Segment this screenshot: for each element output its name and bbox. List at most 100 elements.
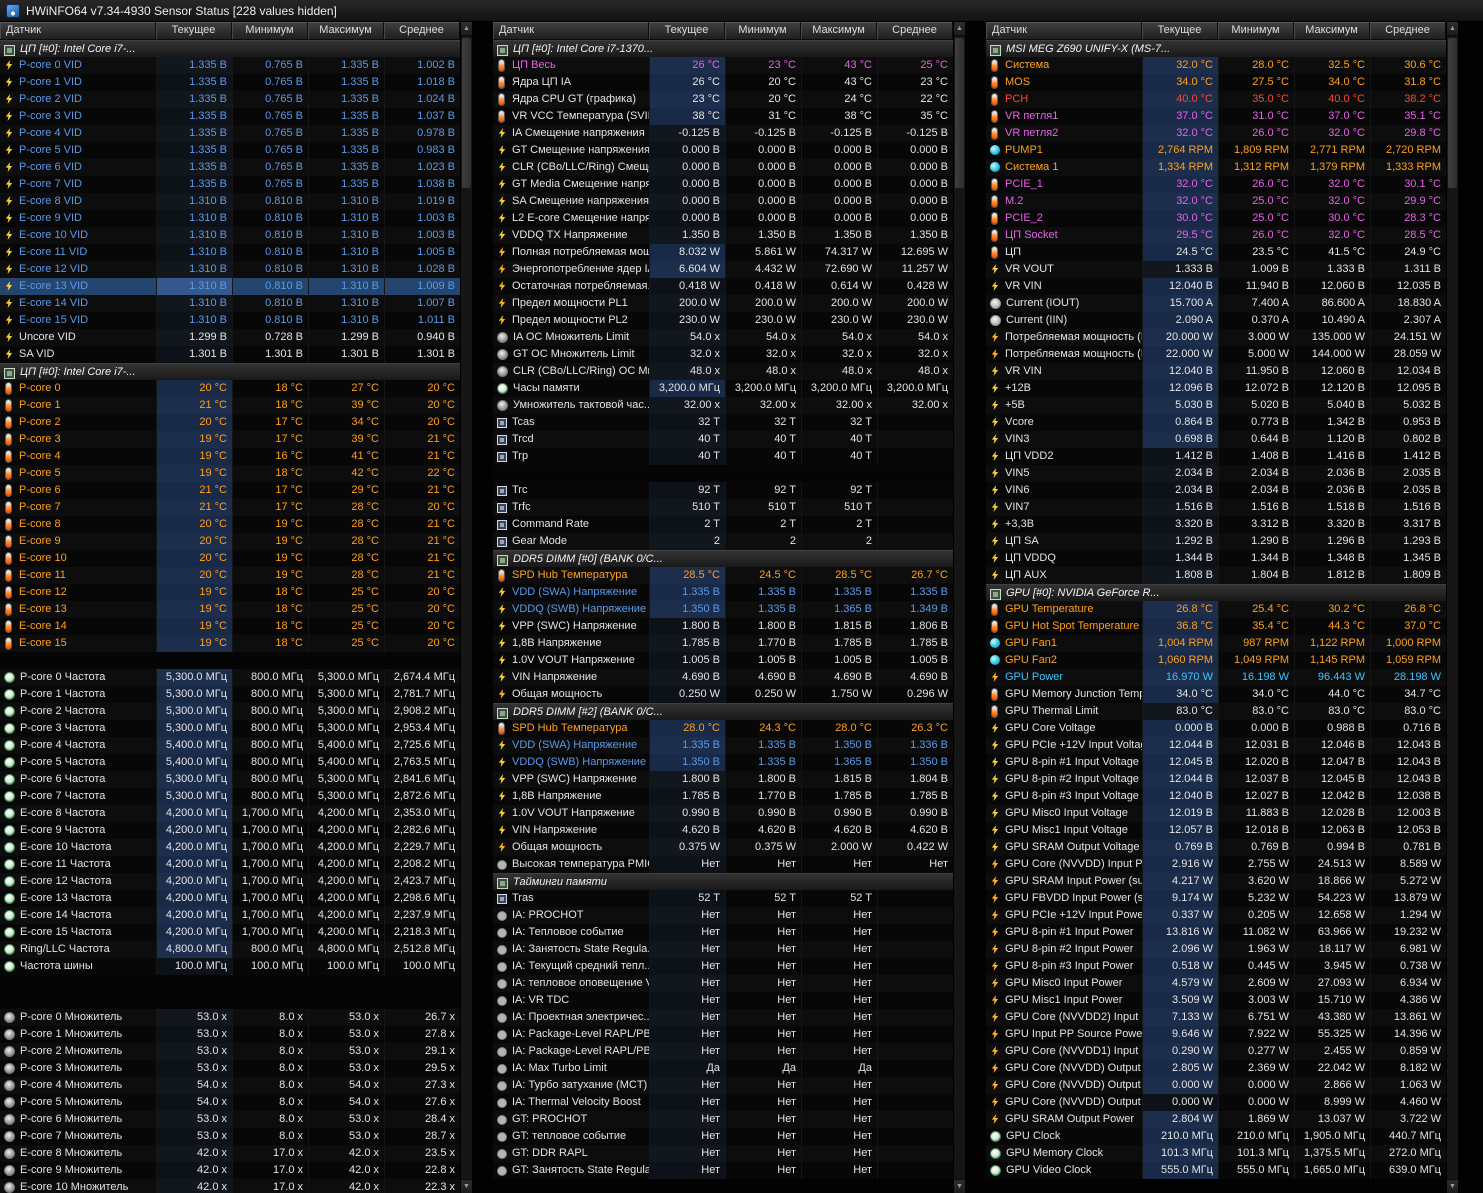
sensor-row[interactable]: Trp 40 T 40 T 40 T bbox=[493, 448, 953, 465]
sensor-row[interactable]: VDDQ (SWB) Напряжение 1.350 B 1.335 B 1.365… bbox=[493, 601, 953, 618]
sensor-row[interactable]: P-core 1 21 °C 18 °C 39 °C 20 °C bbox=[0, 397, 460, 414]
sensor-row[interactable]: Энергопотребление ядер IA 6.604 W 4.432 W7… bbox=[493, 261, 953, 278]
column-header-sensor[interactable]: Датчик bbox=[986, 22, 1142, 40]
sensor-row[interactable]: P-core 5 Частота 5,400.0 МГц 800.0 МГц 5,40… bbox=[0, 754, 460, 771]
sensor-row[interactable]: GPU Fan1 1,004 RPM 987 RPM 1,122 RPM 1,000 R… bbox=[986, 635, 1446, 652]
sensor-row[interactable]: E-core 9 VID 1.310 B 0.810 B 1.310 B 1.003 B bbox=[0, 210, 460, 227]
sensor-row[interactable]: E-core 14 19 °C 18 °C 25 °C 20 °C bbox=[0, 618, 460, 635]
sensor-row[interactable]: P-core 0 20 °C 18 °C 27 °C 20 °C bbox=[0, 380, 460, 397]
sensor-row[interactable]: GPU 8-pin #1 Input Power 13.816 W 11.082 W… bbox=[986, 924, 1446, 941]
section-header-row[interactable]: MSI MEG Z690 UNIFY-X (MS-7... bbox=[986, 40, 1446, 57]
sensor-row[interactable]: E-core 8 Частота 4,200.0 МГц 1,700.0 МГц 4,… bbox=[0, 805, 460, 822]
sensor-row[interactable]: IA: Текущий средний тепл... Нет Нет Нет bbox=[493, 958, 953, 975]
sensor-row[interactable]: GPU Temperature 26.8 °C 25.4 °C 30.2 °C 26.8… bbox=[986, 601, 1446, 618]
column-header-sensor[interactable]: Датчик bbox=[493, 22, 649, 40]
sensor-row[interactable]: IA: VR TDC Нет Нет Нет bbox=[493, 992, 953, 1009]
sensor-row[interactable]: Общая мощность 0.375 W 0.375 W 2.000 W 0.422… bbox=[493, 839, 953, 856]
sensor-row[interactable]: ЦП VDD2 1.412 B 1.408 B 1.416 B 1.412 B bbox=[986, 448, 1446, 465]
sensor-row[interactable]: P-core 4 Множитель 54.0 x 8.0 x 54.0 x 27.3 … bbox=[0, 1077, 460, 1094]
column-header-minimum[interactable]: Минимум bbox=[1218, 22, 1294, 40]
sensor-row[interactable]: P-core 6 VID 1.335 B 0.765 B 1.335 B 1.023 B bbox=[0, 159, 460, 176]
sensor-row[interactable]: VDDQ (SWB) Напряжение 1.350 B 1.335 B 1.365… bbox=[493, 754, 953, 771]
sensor-row[interactable]: SA VID 1.301 B 1.301 B 1.301 B 1.301 B bbox=[0, 346, 460, 363]
sensor-row[interactable]: ЦП SA 1.292 B 1.290 B 1.296 B 1.293 B bbox=[986, 533, 1446, 550]
sensor-row[interactable]: E-core 8 Множитель 42.0 x 17.0 x 42.0 x 23.5… bbox=[0, 1145, 460, 1162]
column-header-sensor[interactable]: Датчик bbox=[0, 22, 156, 40]
sensor-row[interactable]: E-core 10 Частота 4,200.0 МГц 1,700.0 МГц 4… bbox=[0, 839, 460, 856]
sensor-row[interactable]: Остаточная потребляемая... 0.418 W 0.418 W… bbox=[493, 278, 953, 295]
column-header-maximum[interactable]: Максимум bbox=[801, 22, 877, 40]
sensor-row[interactable]: E-core 8 VID 1.310 B 0.810 B 1.310 B 1.019 B bbox=[0, 193, 460, 210]
sensor-row[interactable]: P-core 1 VID 1.335 B 0.765 B 1.335 B 1.018 B bbox=[0, 74, 460, 91]
sensor-row[interactable]: E-core 14 Частота 4,200.0 МГц 1,700.0 МГц 4… bbox=[0, 907, 460, 924]
sensor-row[interactable]: GT: PROCHOT Нет Нет Нет bbox=[493, 1111, 953, 1128]
sensor-row[interactable]: IA: PROCHOT Нет Нет Нет bbox=[493, 907, 953, 924]
sensor-row[interactable]: P-core 3 19 °C 17 °C 39 °C 21 °C bbox=[0, 431, 460, 448]
sensor-row[interactable]: SA Смещение напряжения 0.000 B 0.000 B 0.00… bbox=[493, 193, 953, 210]
sensor-row[interactable]: GPU Misc1 Input Voltage 12.057 B 12.018 B1… bbox=[986, 822, 1446, 839]
column-header-maximum[interactable]: Максимум bbox=[1294, 22, 1370, 40]
sensor-row[interactable]: L2 E-core Смещение напря... 0.000 B 0.000 … bbox=[493, 210, 953, 227]
column-header-current[interactable]: Текущее bbox=[1142, 22, 1218, 40]
sensor-row[interactable]: GPU Core (NVVDD2) Input Po...7.133 W6.75… bbox=[986, 1009, 1446, 1026]
sensor-row[interactable]: GPU FBVDD Input Power (sum)9.174 W5.232 … bbox=[986, 890, 1446, 907]
sensor-row[interactable]: E-core 11 Частота 4,200.0 МГц 1,700.0 МГц 4… bbox=[0, 856, 460, 873]
sensor-row[interactable]: GPU Core (NVVDD) Input Pow...2.916 W2.75… bbox=[986, 856, 1446, 873]
sensor-row[interactable]: Общая мощность 0.250 W 0.250 W 1.750 W 0.296… bbox=[493, 686, 953, 703]
sensor-row[interactable]: GT OC Множитель Limit 32.0 x 32.0 x 32.0 x3… bbox=[493, 346, 953, 363]
sensor-row[interactable]: IA OC Множитель Limit 54.0 x 54.0 x 54.0 x5… bbox=[493, 329, 953, 346]
sensor-row[interactable]: GT Смещение напряжения 0.000 B 0.000 B 0.00… bbox=[493, 142, 953, 159]
sensor-row[interactable]: GPU Thermal Limit 83.0 °C 83.0 °C 83.0 °C 83… bbox=[986, 703, 1446, 720]
sensor-row[interactable]: Система 1 1,334 RPM 1,312 RPM 1,379 RPM 1,33… bbox=[986, 159, 1446, 176]
column-header-current[interactable]: Текущее bbox=[156, 22, 232, 40]
sensor-row[interactable]: VDDQ TX Напряжение 1.350 B 1.350 B 1.350 B1… bbox=[493, 227, 953, 244]
sensor-row[interactable]: ЦП VDDQ 1.344 B 1.344 B 1.348 B 1.345 B bbox=[986, 550, 1446, 567]
scrollbar-down-button[interactable]: ▼ bbox=[954, 1179, 965, 1193]
sensor-row[interactable]: P-core 7 VID 1.335 B 0.765 B 1.335 B 1.038 B bbox=[0, 176, 460, 193]
column-header-current[interactable]: Текущее bbox=[649, 22, 725, 40]
sensor-row[interactable]: GPU Memory Clock 101.3 МГц 101.3 МГц 1,375.… bbox=[986, 1145, 1446, 1162]
sensor-row[interactable]: IA: Package-Level RAPL/PB... Нет Нет Нет bbox=[493, 1026, 953, 1043]
sensor-row[interactable]: PUMP1 2,764 RPM 1,809 RPM 2,771 RPM 2,720 RP… bbox=[986, 142, 1446, 159]
scrollbar-thumb[interactable] bbox=[462, 38, 471, 188]
sensor-row[interactable]: Частота шины 100.0 МГц 100.0 МГц 100.0 МГц 1… bbox=[0, 958, 460, 975]
sensor-row[interactable]: VIN7 1.516 B 1.516 B 1.518 B 1.516 B bbox=[986, 499, 1446, 516]
sensor-row[interactable]: ЦП AUX 1.808 B 1.804 B 1.812 B 1.809 B bbox=[986, 567, 1446, 584]
sensor-row[interactable]: P-core 2 Множитель 53.0 x 8.0 x 53.0 x 29.1 … bbox=[0, 1043, 460, 1060]
sensor-row[interactable]: P-core 1 Множитель 53.0 x 8.0 x 53.0 x 27.8 … bbox=[0, 1026, 460, 1043]
scrollbar[interactable]: ▲ ▼ bbox=[460, 22, 472, 1193]
sensor-row[interactable]: GT: Занятость State Regula... Нет Нет Нет bbox=[493, 1162, 953, 1179]
sensor-row[interactable]: IA Смещение напряжения -0.125 B -0.125 B -0… bbox=[493, 125, 953, 142]
sensor-row[interactable]: GPU Misc0 Input Voltage 12.019 B 11.883 B1… bbox=[986, 805, 1446, 822]
sensor-row[interactable]: GPU 8-pin #1 Input Voltage 12.045 B 12.020… bbox=[986, 754, 1446, 771]
sensor-row[interactable]: 1.0V VOUT Напряжение 1.005 B 1.005 B 1.005 … bbox=[493, 652, 953, 669]
sensor-row[interactable]: Current (IOUT) 15.700 A 7.400 A 86.600 A 18.… bbox=[986, 295, 1446, 312]
sensor-row[interactable]: GPU Clock 210.0 МГц 210.0 МГц 1,905.0 МГц 44… bbox=[986, 1128, 1446, 1145]
sensor-row[interactable]: GT: DDR RAPL Нет Нет Нет bbox=[493, 1145, 953, 1162]
sensor-row[interactable]: GPU SRAM Output Power 2.804 W 1.869 W 13.03… bbox=[986, 1111, 1446, 1128]
sensor-row[interactable]: +12B 12.096 B 12.072 B 12.120 B 12.095 B bbox=[986, 380, 1446, 397]
sensor-row[interactable]: IA: Тепловое событие Нет Нет Нет bbox=[493, 924, 953, 941]
sensor-row[interactable]: MOS 34.0 °C 27.5 °C 34.0 °C 31.8 °C bbox=[986, 74, 1446, 91]
sensor-row[interactable]: E-core 13 Частота 4,200.0 МГц 1,700.0 МГц 4… bbox=[0, 890, 460, 907]
sensor-row[interactable]: M.2 32.0 °C 25.0 °C 32.0 °C 29.9 °C bbox=[986, 193, 1446, 210]
sensor-row[interactable]: IA: Max Turbo Limit Да Да Да bbox=[493, 1060, 953, 1077]
sensor-row[interactable]: P-core 3 Множитель 53.0 x 8.0 x 53.0 x 29.5 … bbox=[0, 1060, 460, 1077]
sensor-row[interactable]: E-core 11 20 °C 19 °C 28 °C 21 °C bbox=[0, 567, 460, 584]
sensor-row[interactable]: Ring/LLC Частота 4,800.0 МГц 800.0 МГц 4,80… bbox=[0, 941, 460, 958]
sensor-row[interactable]: GPU Misc1 Input Power 3.509 W 3.003 W 15.71… bbox=[986, 992, 1446, 1009]
sensor-row[interactable]: E-core 10 20 °C 19 °C 28 °C 21 °C bbox=[0, 550, 460, 567]
sensor-row[interactable]: P-core 7 21 °C 17 °C 28 °C 20 °C bbox=[0, 499, 460, 516]
sensor-row[interactable]: P-core 2 VID 1.335 B 0.765 B 1.335 B 1.024 B bbox=[0, 91, 460, 108]
scrollbar-up-button[interactable]: ▲ bbox=[461, 22, 472, 36]
sensor-row[interactable]: E-core 14 VID 1.310 B 0.810 B 1.310 B 1.007 … bbox=[0, 295, 460, 312]
scrollbar-up-button[interactable]: ▲ bbox=[954, 22, 965, 36]
sensor-row[interactable]: GT: тепловое событие Нет Нет Нет bbox=[493, 1128, 953, 1145]
scrollbar[interactable]: ▲ ▼ bbox=[1446, 22, 1458, 1193]
sensor-row[interactable]: E-core 12 19 °C 18 °C 25 °C 20 °C bbox=[0, 584, 460, 601]
section-header-row[interactable]: DDR5 DIMM [#0] (BANK 0/C... bbox=[493, 550, 953, 567]
sensor-row[interactable]: +5B 5.030 B 5.020 B 5.040 B 5.032 B bbox=[986, 397, 1446, 414]
sensor-row[interactable]: E-core 15 VID 1.310 B 0.810 B 1.310 B 1.011 … bbox=[0, 312, 460, 329]
sensor-row[interactable]: Trcd 40 T 40 T 40 T bbox=[493, 431, 953, 448]
sensor-row[interactable]: IA: Thermal Velocity Boost Нет Нет Нет bbox=[493, 1094, 953, 1111]
